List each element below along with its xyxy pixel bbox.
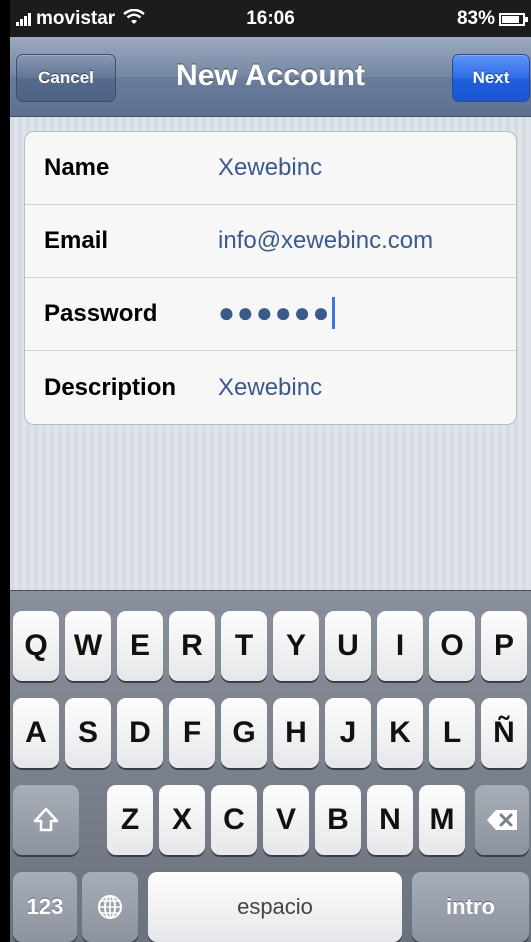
form-row-email[interactable]: Email info@xewebinc.com xyxy=(25,205,516,278)
key-p[interactable]: P xyxy=(481,611,527,681)
shift-arrow-icon xyxy=(33,807,59,832)
name-field[interactable]: Xewebinc xyxy=(218,154,322,182)
key-c[interactable]: C xyxy=(211,785,257,855)
key-r[interactable]: R xyxy=(169,611,215,681)
navigation-bar: Cancel New Account Next xyxy=(10,37,531,117)
description-field[interactable]: Xewebinc xyxy=(218,374,322,402)
form-row-name[interactable]: Name Xewebinc xyxy=(25,132,516,205)
key-w[interactable]: W xyxy=(65,611,111,681)
name-label: Name xyxy=(44,154,110,181)
key-h[interactable]: H xyxy=(273,698,319,768)
globe-icon xyxy=(98,895,122,919)
key-q[interactable]: Q xyxy=(13,611,59,681)
key-a[interactable]: A xyxy=(13,698,59,768)
key-y[interactable]: Y xyxy=(273,611,319,681)
content-area: Name Xewebinc Email info@xewebinc.com Pa… xyxy=(10,117,531,590)
key-b[interactable]: B xyxy=(315,785,361,855)
key-o[interactable]: O xyxy=(429,611,475,681)
screen: movistar 16:06 83% Cancel New Account Ne… xyxy=(10,0,531,942)
key-k[interactable]: K xyxy=(377,698,423,768)
next-button[interactable]: Next xyxy=(452,54,530,102)
password-label: Password xyxy=(44,300,158,327)
key-j[interactable]: J xyxy=(325,698,371,768)
key-g[interactable]: G xyxy=(221,698,267,768)
key-v[interactable]: V xyxy=(263,785,309,855)
backspace-icon xyxy=(487,810,517,830)
key-u[interactable]: U xyxy=(325,611,371,681)
delete-key[interactable] xyxy=(475,785,529,855)
key-s[interactable]: S xyxy=(65,698,111,768)
space-key[interactable]: espacio xyxy=(148,872,402,942)
key-z[interactable]: Z xyxy=(107,785,153,855)
key-l[interactable]: L xyxy=(429,698,475,768)
battery-icon xyxy=(499,12,528,26)
key-enye[interactable]: Ñ xyxy=(481,698,527,768)
shift-key[interactable] xyxy=(13,785,79,855)
description-label: Description xyxy=(44,373,177,401)
form-row-description[interactable]: Description Xewebinc xyxy=(25,351,516,424)
password-dots: ●●●●●● xyxy=(218,296,332,328)
key-n[interactable]: N xyxy=(367,785,413,855)
form-row-password[interactable]: Password ●●●●●● xyxy=(25,278,516,351)
numbers-key[interactable]: 123 xyxy=(13,872,77,942)
globe-key[interactable] xyxy=(82,872,138,942)
key-d[interactable]: D xyxy=(117,698,163,768)
status-bar: movistar 16:06 83% xyxy=(10,0,531,37)
return-key[interactable]: intro xyxy=(412,872,529,942)
key-x[interactable]: X xyxy=(159,785,205,855)
key-m[interactable]: M xyxy=(419,785,465,855)
email-label: Email xyxy=(44,227,109,254)
keyboard: Q W E R T Y U I O P A S D F G H J K L Ñ … xyxy=(10,590,531,942)
key-e[interactable]: E xyxy=(117,611,163,681)
account-form: Name Xewebinc Email info@xewebinc.com Pa… xyxy=(24,131,517,425)
key-f[interactable]: F xyxy=(169,698,215,768)
battery-info: 83% xyxy=(456,8,528,30)
text-cursor xyxy=(332,297,336,330)
key-t[interactable]: T xyxy=(221,611,267,681)
status-time: 16:06 xyxy=(246,8,295,29)
email-field[interactable]: info@xewebinc.com xyxy=(218,227,433,255)
battery-percent: 83% xyxy=(456,8,495,29)
key-i[interactable]: I xyxy=(377,611,423,681)
password-field[interactable]: ●●●●●● xyxy=(218,296,336,332)
